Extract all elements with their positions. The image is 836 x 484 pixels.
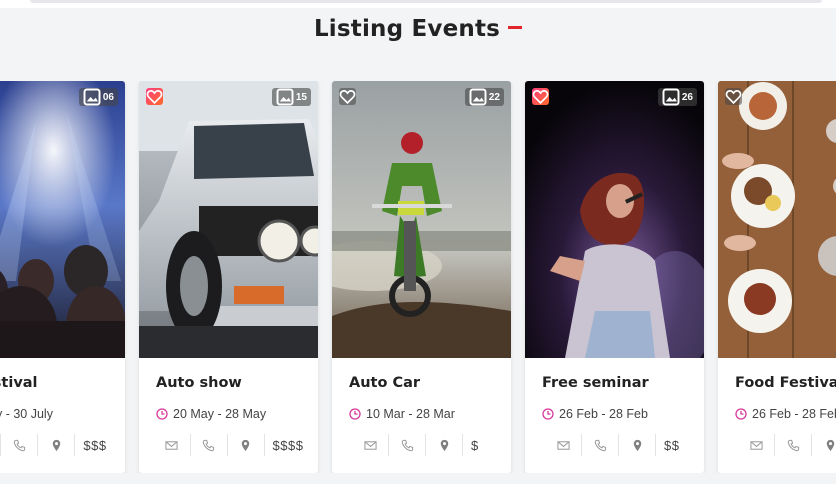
clock-icon [349, 408, 361, 420]
card-actions: $ [332, 434, 511, 456]
phone-icon [401, 439, 413, 451]
photo-count: 26 [681, 91, 693, 103]
heart-icon [146, 89, 163, 105]
photo-count: 06 [102, 91, 114, 103]
photo-count-badge: 22 [464, 88, 504, 106]
section-heading: Listing Events [0, 16, 836, 42]
location-action[interactable] [228, 434, 265, 456]
location-action[interactable] [38, 434, 76, 456]
mail-icon [749, 440, 763, 450]
event-card[interactable]: 15 Auto show 20 May - 28 May $$$$ [139, 81, 318, 473]
gallery-icon [83, 88, 101, 106]
phone-action[interactable] [191, 434, 228, 456]
photo-count-badge: 15 [271, 88, 311, 106]
clock-icon [156, 408, 168, 420]
map-pin-icon [52, 439, 61, 451]
location-action[interactable] [619, 434, 656, 456]
mail-icon [363, 440, 377, 450]
price-level: $$$$ [272, 437, 304, 453]
event-title[interactable]: c festival [0, 375, 38, 391]
event-date: July - 30 July [0, 407, 53, 421]
phone-action[interactable] [582, 434, 619, 456]
phone-action[interactable] [389, 434, 426, 456]
event-date-text: 10 Mar - 28 Mar [366, 407, 455, 421]
gallery-icon [662, 88, 680, 106]
favorite-button[interactable] [339, 88, 356, 105]
favorite-button[interactable] [146, 88, 163, 105]
heart-icon [532, 89, 549, 105]
mail-icon [556, 440, 570, 450]
photo-count-badge: 06 [78, 88, 118, 106]
phone-action[interactable] [1, 434, 39, 456]
map-pin-icon [440, 439, 448, 451]
phone-icon [13, 439, 26, 451]
clock-icon [735, 408, 747, 420]
heart-icon [339, 89, 356, 105]
card-actions: $$$$ [139, 434, 318, 456]
event-date-text: 20 May - 28 May [173, 407, 267, 421]
event-date: 26 Feb - 28 Feb [735, 407, 836, 421]
location-action[interactable] [812, 434, 836, 456]
top-divider-strip [0, 0, 836, 8]
title-accent-dash [508, 26, 523, 29]
event-date: 26 Feb - 28 Feb [542, 407, 648, 421]
price-level: $$ [664, 437, 680, 453]
card-actions: $$$ [0, 434, 125, 456]
price-level: $ [471, 437, 479, 453]
mail-icon [165, 440, 178, 450]
event-title[interactable]: Food Festival [735, 375, 836, 391]
event-title[interactable]: Free seminar [542, 375, 649, 391]
gallery-icon [276, 88, 294, 106]
gallery-icon [469, 88, 487, 106]
clock-icon [542, 408, 554, 420]
singer-on-stage-image[interactable]: 26 [525, 81, 704, 358]
section-title-text: Listing Events [313, 16, 501, 42]
photo-count: 22 [488, 91, 500, 103]
vintage-car-image[interactable]: 15 [139, 81, 318, 358]
photo-count-badge: 26 [657, 88, 697, 106]
event-card[interactable]: 06 c festival July - 30 July $$$ [0, 81, 125, 473]
event-date-text: 26 Feb - 28 Feb [752, 407, 836, 421]
event-card[interactable]: 22 Auto Car 10 Mar - 28 Mar $ [332, 81, 511, 473]
event-date-text: 26 Feb - 28 Feb [559, 407, 648, 421]
motocross-rider-image[interactable]: 22 [332, 81, 511, 358]
events-carousel[interactable]: 06 c festival July - 30 July $$$ [0, 81, 836, 473]
food-table-image[interactable] [718, 81, 836, 358]
email-action[interactable] [154, 434, 191, 456]
event-date-text: July - 30 July [0, 407, 53, 421]
phone-icon [202, 439, 215, 451]
location-action[interactable] [426, 434, 463, 456]
card-actions: $$ [525, 434, 704, 456]
map-pin-icon [826, 439, 834, 451]
heart-icon [725, 89, 742, 105]
phone-icon [594, 439, 606, 451]
event-title[interactable]: Auto show [156, 375, 242, 391]
favorite-button[interactable] [725, 88, 742, 105]
favorite-button[interactable] [532, 88, 549, 105]
event-date: 20 May - 28 May [156, 407, 266, 421]
card-actions [718, 434, 836, 456]
event-card[interactable]: 26 Free seminar 26 Feb - 28 Feb $$ [525, 81, 704, 473]
event-card[interactable]: Food Festival 26 Feb - 28 Feb [718, 81, 836, 473]
phone-icon [787, 439, 799, 451]
photo-count: 15 [295, 91, 307, 103]
concert-crowd-image[interactable]: 06 [0, 81, 125, 358]
email-action[interactable] [352, 434, 389, 456]
phone-action[interactable] [775, 434, 812, 456]
email-action[interactable] [738, 434, 775, 456]
map-pin-icon [633, 439, 641, 451]
map-pin-icon [241, 439, 250, 451]
event-title[interactable]: Auto Car [349, 375, 420, 391]
email-action[interactable] [545, 434, 582, 456]
price-level: $$$ [83, 437, 107, 453]
event-date: 10 Mar - 28 Mar [349, 407, 455, 421]
